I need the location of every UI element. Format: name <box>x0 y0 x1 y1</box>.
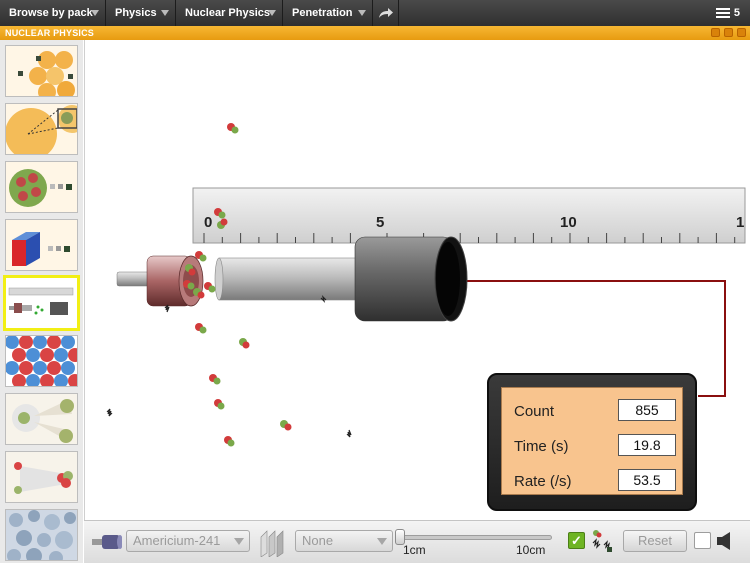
ruler-tick-label: 0 <box>204 214 212 231</box>
gamma-wave-icon <box>346 429 352 438</box>
speaker-icon <box>717 532 730 550</box>
count-label: Count <box>514 403 555 420</box>
ruler-tick-label: 10 <box>560 214 577 231</box>
scattering-thumbnail-icon <box>6 394 77 444</box>
ruler-tick-label: 1 <box>736 214 744 231</box>
distance-min-label: 1cm <box>403 543 426 557</box>
ruler-tick-label: 5 <box>376 214 384 231</box>
alpha-particle <box>209 374 221 385</box>
absorber-icon <box>260 530 284 557</box>
distance-max-label: 10cm <box>516 543 546 557</box>
alpha-particle <box>239 338 250 349</box>
source-select-value: Americium-241 <box>133 533 221 548</box>
window-title-bar: NUCLEAR PHYSICS <box>0 26 750 40</box>
simulation-sidebar <box>0 40 83 563</box>
absorber-select[interactable]: None <box>295 530 393 552</box>
particles-icon <box>592 530 612 552</box>
menu-button[interactable]: 5 <box>715 0 740 26</box>
subject-menu[interactable]: Physics <box>106 0 176 26</box>
simulation-label: Penetration <box>292 7 353 19</box>
time-label: Time (s) <box>514 438 569 455</box>
alpha-particle <box>204 282 216 293</box>
time-value: 19.8 <box>618 434 676 456</box>
bottom-toolbar: Americium-241 None 1cm 10cm ✓ Reset <box>84 520 750 563</box>
decay-thumbnail-icon <box>6 162 77 212</box>
rate-value: 53.5 <box>618 469 676 491</box>
beam-thumbnail-icon <box>6 452 77 502</box>
alpha-particle <box>227 123 239 134</box>
distance-slider-track[interactable] <box>400 535 552 540</box>
absorber-select-value: None <box>302 533 334 548</box>
menu-icon <box>715 8 730 18</box>
count-value: 855 <box>618 399 676 421</box>
source-icon <box>92 535 122 549</box>
counter-panel: Count 855 Time (s) 19.8 Rate (/s) 53.5 <box>487 373 697 511</box>
ruler: 0 5 10 1 <box>192 187 746 244</box>
sidebar-item-lattice[interactable] <box>5 335 78 387</box>
geiger-muller-tube[interactable] <box>214 236 468 322</box>
topic-label: Nuclear Physics <box>185 7 270 19</box>
cloud-chamber-thumbnail-icon <box>6 510 77 560</box>
chevron-down-icon <box>268 10 276 16</box>
sidebar-item-decay[interactable] <box>5 161 78 213</box>
checkmark-icon: ✓ <box>571 532 582 548</box>
sidebar-item-zoom-nucleus[interactable] <box>5 103 78 155</box>
chevron-down-icon <box>377 538 387 545</box>
alpha-particle <box>280 420 292 431</box>
alpha-particle <box>224 436 235 447</box>
sidebar-item-nucleus[interactable] <box>5 45 78 97</box>
sidebar-item-cloud-chamber[interactable] <box>5 509 78 561</box>
topic-menu[interactable]: Nuclear Physics <box>176 0 283 26</box>
menu-count: 5 <box>733 7 740 19</box>
subject-label: Physics <box>115 7 157 19</box>
top-nav-bar: Browse by pack Physics Nuclear Physics P… <box>0 0 750 26</box>
count-row: Count 855 <box>514 399 684 423</box>
window-title: NUCLEAR PHYSICS <box>5 28 95 38</box>
show-particles-checkbox[interactable]: ✓ <box>568 532 585 549</box>
close-icon[interactable] <box>737 28 746 37</box>
lattice-thumbnail-icon <box>6 336 77 386</box>
penetration-thumbnail-icon <box>6 278 77 328</box>
alpha-particle <box>195 323 207 334</box>
radioactive-source[interactable] <box>116 255 204 307</box>
sidebar-item-scattering[interactable] <box>5 393 78 445</box>
source-select[interactable]: Americium-241 <box>126 530 250 552</box>
absorber-block-thumbnail-icon <box>6 220 77 270</box>
nucleus-thumbnail-icon <box>6 46 77 96</box>
counter-display: Count 855 Time (s) 19.8 Rate (/s) 53.5 <box>501 387 683 495</box>
sidebar-item-absorber[interactable] <box>5 219 78 271</box>
zoom-nucleus-thumbnail-icon <box>6 104 77 154</box>
sidebar-item-beam[interactable] <box>5 451 78 503</box>
browse-by-pack-label: Browse by pack <box>9 7 93 19</box>
reset-button[interactable]: Reset <box>623 530 687 552</box>
share-button[interactable] <box>373 0 399 26</box>
maximize-icon[interactable] <box>724 28 733 37</box>
browse-by-pack-menu[interactable]: Browse by pack <box>0 0 106 26</box>
time-row: Time (s) 19.8 <box>514 434 684 458</box>
gamma-wave-icon <box>106 408 113 417</box>
sidebar-item-penetration[interactable] <box>3 275 80 331</box>
minimize-icon[interactable] <box>711 28 720 37</box>
chevron-down-icon <box>234 538 244 545</box>
chevron-down-icon <box>358 10 366 16</box>
sound-checkbox[interactable] <box>694 532 711 549</box>
alpha-particle <box>214 399 225 410</box>
app-root: Browse by pack Physics Nuclear Physics P… <box>0 0 750 563</box>
chevron-down-icon <box>91 10 99 16</box>
chevron-down-icon <box>161 10 169 16</box>
share-arrow-icon <box>378 8 393 18</box>
rate-row: Rate (/s) 53.5 <box>514 469 684 493</box>
simulation-menu[interactable]: Penetration <box>283 0 373 26</box>
rate-label: Rate (/s) <box>514 473 572 490</box>
